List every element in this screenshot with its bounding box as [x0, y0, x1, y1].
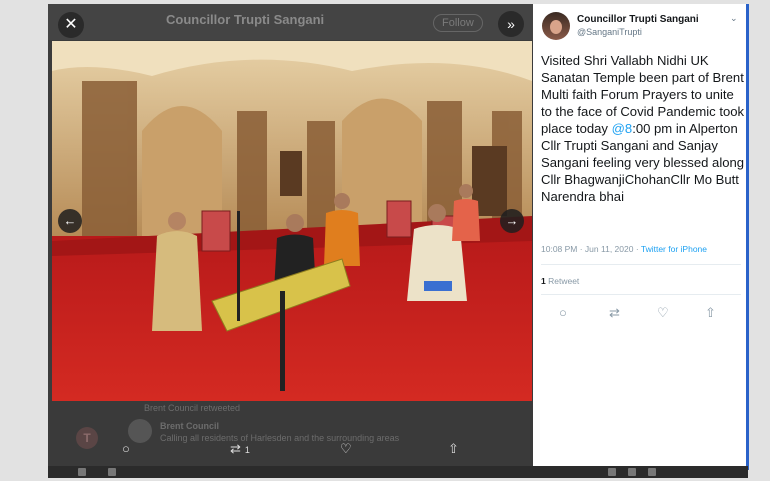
author-name[interactable]: Councillor Trupti Sangani	[577, 14, 699, 25]
divider	[541, 264, 741, 265]
source-link[interactable]: Twitter for iPhone	[641, 244, 707, 254]
backdrop-author: Brent Council	[160, 421, 220, 431]
timestamp: 10:08 PM · Jun 11, 2020 ·	[541, 244, 641, 254]
taskbar-icon[interactable]	[628, 468, 636, 476]
taskbar	[48, 466, 748, 478]
modal-action-bar: ○ ⇄ 1 ♡ ⇧	[48, 436, 533, 462]
tweet-photo	[52, 41, 532, 401]
chevron-right-icon[interactable]: →	[500, 209, 524, 233]
mention-link[interactable]: @8	[612, 121, 633, 136]
share-icon[interactable]: ⇧	[705, 305, 716, 321]
taskbar-icon[interactable]	[608, 468, 616, 476]
screenshot-frame: Councillor Trupti Sangani Follow ✕ » ← →…	[0, 0, 770, 481]
twitter-media-modal: Councillor Trupti Sangani Follow ✕ » ← →…	[48, 4, 748, 470]
tweet-timestamp: 10:08 PM · Jun 11, 2020 · Twitter for iP…	[541, 244, 707, 254]
close-icon[interactable]: ✕	[58, 12, 84, 38]
expand-icon[interactable]: »	[498, 11, 524, 37]
chevron-down-icon[interactable]: ⌄	[730, 13, 738, 24]
avatar[interactable]	[542, 12, 570, 40]
retweet-count: 1	[244, 444, 250, 455]
reply-icon[interactable]: ○	[122, 441, 130, 456]
retweet-icon[interactable]: ⇄ 1	[230, 441, 250, 457]
retweet-icon[interactable]: ⇄	[609, 305, 620, 321]
taskbar-icon[interactable]	[78, 468, 86, 476]
backdrop-title: Councillor Trupti Sangani	[166, 12, 325, 27]
author-handle[interactable]: @SanganiTrupti	[577, 27, 642, 37]
taskbar-icon[interactable]	[648, 468, 656, 476]
backdrop-retweet-line: Brent Council retweeted	[144, 403, 241, 413]
retweet-stat-label: Retweet	[545, 276, 580, 286]
share-icon[interactable]: ⇧	[448, 441, 459, 457]
tweet-text: Visited Shri Vallabh Nidhi UK Sanatan Te…	[541, 52, 746, 205]
divider	[541, 294, 741, 295]
chevron-left-icon[interactable]: ←	[58, 209, 82, 233]
heart-icon[interactable]: ♡	[340, 441, 352, 457]
tweet-detail-panel: Councillor Trupti Sangani @SanganiTrupti…	[533, 4, 748, 470]
heart-icon[interactable]: ♡	[657, 305, 669, 321]
reply-icon[interactable]: ○	[559, 305, 567, 320]
taskbar-icon[interactable]	[108, 468, 116, 476]
follow-button[interactable]: Follow	[433, 14, 483, 32]
backdrop-header: Councillor Trupti Sangani Follow	[48, 4, 533, 40]
retweet-stats[interactable]: 1 Retweet	[541, 276, 579, 286]
window-edge	[746, 4, 749, 470]
